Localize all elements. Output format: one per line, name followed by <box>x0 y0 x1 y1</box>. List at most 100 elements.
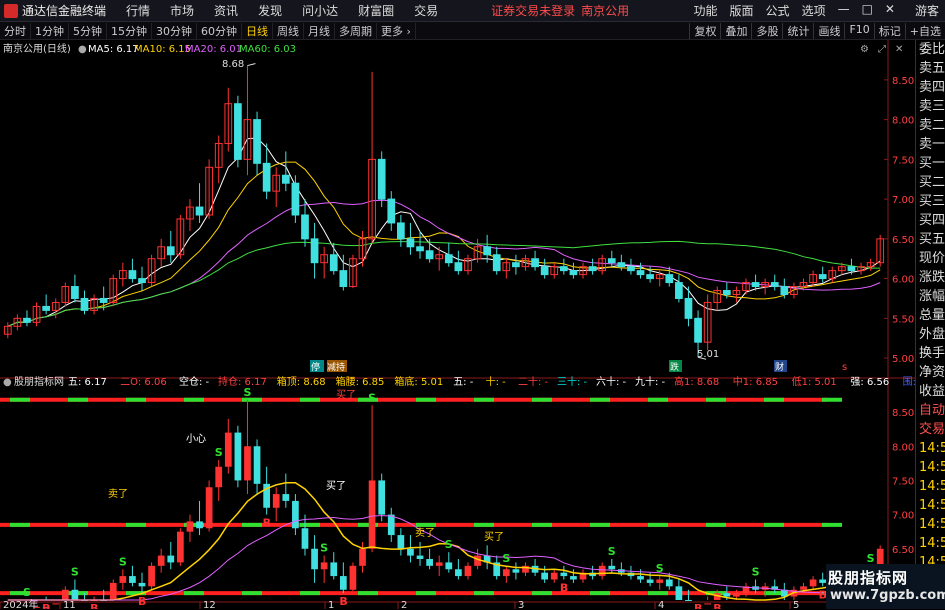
kline-chart[interactable]: SBSBSBSSBSBSSSBSSB BSBS 南京公用(日线) ● MA5: 6… <box>0 40 915 609</box>
side-panel-item[interactable]: 买三 <box>916 192 945 211</box>
menu-item-layout[interactable]: 版面 <box>724 2 760 19</box>
login-warning[interactable]: 证券交易未登录 <box>488 2 578 19</box>
side-panel-item[interactable]: 涨跌 <box>916 268 945 287</box>
panel-close-icon[interactable]: ✕ <box>895 44 903 55</box>
price-axis-tick: 5.00 <box>892 354 914 365</box>
side-panel-item[interactable]: 现价 <box>916 249 945 268</box>
side-panel-item[interactable]: 14:56 <box>916 496 945 515</box>
period-daily[interactable]: 日线 <box>242 22 273 39</box>
candle-body <box>23 317 31 323</box>
side-panel-item[interactable]: 买二 <box>916 173 945 192</box>
candle-body <box>684 297 693 319</box>
period-60min[interactable]: 60分钟 <box>197 22 242 39</box>
period-monthly[interactable]: 月线 <box>304 22 335 39</box>
side-panel-item[interactable]: 卖一 <box>916 135 945 154</box>
period-multi[interactable]: 多周期 <box>335 22 377 39</box>
menu-item-trade[interactable]: 交易 <box>404 2 448 19</box>
period-more[interactable]: 更多 › <box>377 22 416 39</box>
side-panel-item[interactable]: 自动 <box>916 401 945 420</box>
close-icon[interactable]: ✕ <box>879 2 901 19</box>
period-15min[interactable]: 15分钟 <box>107 22 152 39</box>
indicator-bar <box>685 600 692 601</box>
sell-s-signal: S <box>215 446 223 459</box>
maximize-icon[interactable]: □ <box>856 2 879 19</box>
period-1min[interactable]: 1分钟 <box>31 22 69 39</box>
panel-toggle-icon[interactable]: ● <box>78 44 87 55</box>
side-panel-item[interactable]: 买四 <box>916 211 945 230</box>
sell-s-signal: S <box>23 586 31 599</box>
side-panel-item[interactable]: 净资 <box>916 363 945 382</box>
indicator-bar <box>186 521 194 532</box>
menu-item-quotes[interactable]: 行情 <box>116 2 160 19</box>
panel-expand-icon[interactable]: ⤢ <box>878 44 886 55</box>
side-panel-item[interactable]: 14:56 <box>916 515 945 534</box>
side-panel-item[interactable]: 交易 <box>916 420 945 439</box>
fall-marker[interactable]: 跌 <box>670 362 679 373</box>
indicator-value-2: 空仓: - <box>179 375 210 388</box>
side-panel-item[interactable]: 14:56 <box>916 534 945 553</box>
period-30min[interactable]: 30分钟 <box>152 22 197 39</box>
tool-adjust[interactable]: 复权 <box>689 22 720 39</box>
side-panel-item[interactable]: 卖四 <box>916 78 945 97</box>
tool-add-watchlist[interactable]: +自选 <box>904 22 945 39</box>
indicator-bar <box>244 446 251 481</box>
side-panel-item[interactable]: 外盘 <box>916 325 945 344</box>
side-panel-item[interactable]: 卖三 <box>916 97 945 116</box>
finance-marker[interactable]: 财 <box>775 361 784 373</box>
menu-item-discover[interactable]: 发现 <box>248 2 292 19</box>
period-tick[interactable]: 分时 <box>0 22 31 39</box>
period-weekly[interactable]: 周线 <box>273 22 304 39</box>
menu-item-news[interactable]: 资讯 <box>204 2 248 19</box>
menu-item-ask[interactable]: 问小达 <box>292 2 348 19</box>
sell-s-signal: S <box>320 542 328 555</box>
side-panel-item[interactable]: 买五 <box>916 230 945 249</box>
indicator-bar <box>71 589 79 600</box>
side-panel-item[interactable]: 涨幅 <box>916 287 945 306</box>
indicator-bar <box>61 589 69 600</box>
buy-signal-1: 买了 <box>326 480 346 492</box>
indicator-bar <box>138 582 146 587</box>
tool-stats[interactable]: 统计 <box>782 22 813 39</box>
suspend-marker[interactable]: 停 <box>311 361 320 373</box>
candle-body <box>99 297 108 303</box>
side-panel-item[interactable]: 委比 <box>916 40 945 59</box>
menu-item-function[interactable]: 功能 <box>688 2 724 19</box>
tool-f10[interactable]: F10 <box>844 22 873 39</box>
indicator-bar <box>560 572 568 577</box>
indicator-bar <box>119 576 127 583</box>
tool-overlay[interactable]: 叠加 <box>720 22 751 39</box>
candle-body <box>377 158 386 200</box>
side-panel-item[interactable]: 收益 <box>916 382 945 401</box>
tool-draw[interactable]: 画线 <box>813 22 844 39</box>
minimize-icon[interactable]: — <box>832 2 856 19</box>
side-panel-item[interactable]: 14:56 <box>916 477 945 496</box>
candle-body <box>531 258 539 268</box>
ma20-label: MA20: 6.01 <box>185 44 242 55</box>
candle-body <box>166 246 175 256</box>
indicator-toggle-icon[interactable]: ● <box>3 377 12 388</box>
indicator-value-0: 五: 6.17 <box>68 377 107 388</box>
menu-item-options[interactable]: 选项 <box>796 2 832 19</box>
reduce-holding-marker[interactable]: 减持 <box>327 361 345 373</box>
side-panel-item[interactable]: 卖五 <box>916 59 945 78</box>
tool-mark[interactable]: 标记 <box>873 22 905 39</box>
side-panel-item[interactable]: 买一 <box>916 154 945 173</box>
panel-settings-icon[interactable]: ⚙ <box>860 44 869 55</box>
buy-b-signal: B <box>90 602 98 609</box>
side-panel-item[interactable]: 卖二 <box>916 116 945 135</box>
menu-item-wealth[interactable]: 财富圈 <box>348 2 404 19</box>
period-5min[interactable]: 5分钟 <box>69 22 107 39</box>
indicator-bar <box>205 487 213 529</box>
menu-item-market[interactable]: 市场 <box>160 2 204 19</box>
indicator-bar <box>215 466 223 488</box>
menu-item-formula[interactable]: 公式 <box>760 2 796 19</box>
tool-multi-stock[interactable]: 多股 <box>751 22 782 39</box>
guest-user[interactable]: 游客 <box>901 2 945 19</box>
sell-s-signal: S <box>119 555 127 568</box>
candle-body <box>329 254 338 272</box>
side-panel-item[interactable]: 14:56 <box>916 439 945 458</box>
side-panel-item[interactable]: 总量 <box>916 306 945 325</box>
s-marker[interactable]: s <box>842 362 847 373</box>
side-panel-item[interactable]: 换手 <box>916 344 945 363</box>
side-panel-item[interactable]: 14:56 <box>916 458 945 477</box>
